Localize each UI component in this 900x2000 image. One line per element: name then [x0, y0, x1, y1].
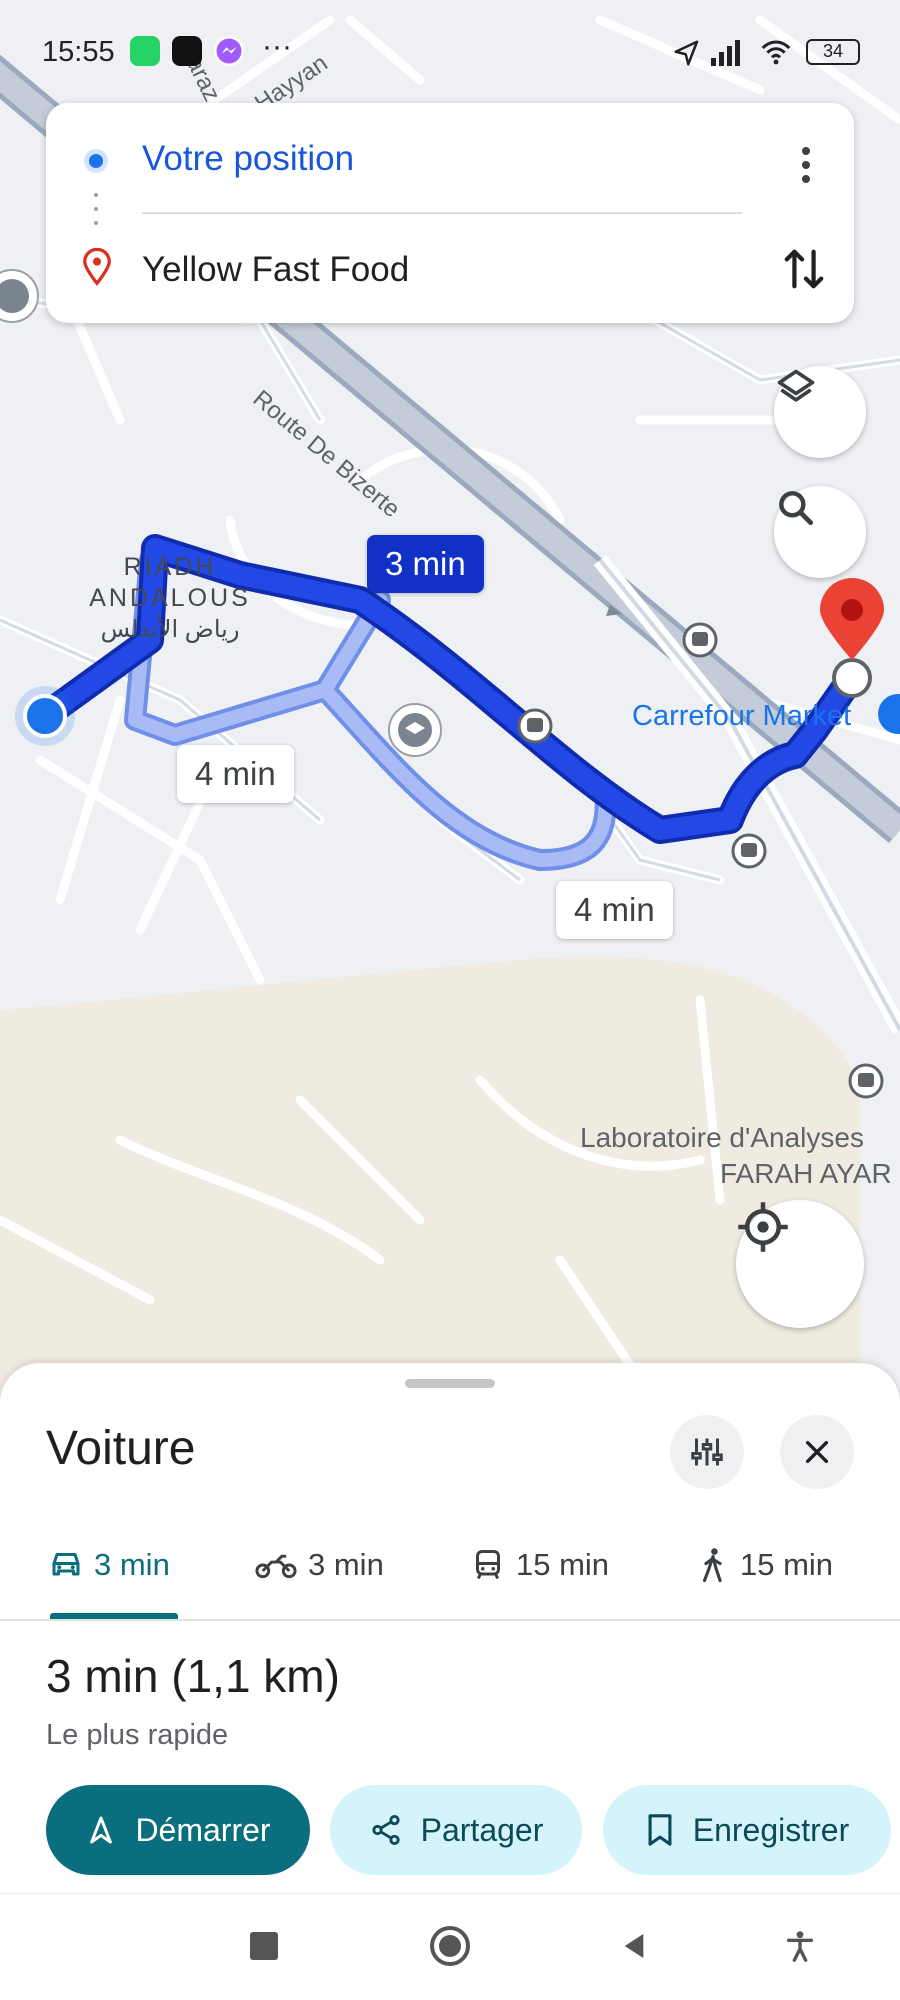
tune-icon [691, 1438, 723, 1466]
district-line1: RIADH [123, 553, 217, 581]
close-icon [805, 1440, 829, 1464]
swap-vertical-icon [784, 249, 824, 289]
tab-motorcycle[interactable]: 3 min [254, 1535, 384, 1595]
route-options-button[interactable] [670, 1415, 744, 1489]
start-navigation-button[interactable]: Démarrer [46, 1785, 310, 1875]
tab-walk[interactable]: 15 min [696, 1535, 833, 1595]
system-nav-bar [0, 1893, 900, 2000]
start-navigation-label: Démarrer [135, 1811, 271, 1848]
card-divider [142, 212, 742, 214]
district-label: RIADH ANDALOUS رياض الأندلس [80, 552, 260, 645]
more-vert-icon [802, 147, 810, 183]
whatsapp-icon [130, 36, 160, 66]
tab-transit[interactable]: 15 min [470, 1535, 609, 1595]
map-search-button[interactable] [774, 486, 866, 578]
route-subtitle: Le plus rapide [46, 1719, 229, 1751]
motorcycle-icon [255, 1554, 297, 1579]
more-options-button[interactable] [782, 133, 830, 197]
route-time-bubble-selected[interactable]: 3 min [367, 535, 484, 593]
sheet-title: Voiture [46, 1422, 196, 1475]
share-icon [372, 1814, 400, 1846]
search-icon [779, 491, 814, 526]
poi-laboratoire-line1: Laboratoire d'Analyses [580, 1122, 864, 1153]
back-triangle-icon [624, 1934, 644, 1958]
tab-transit-label: 15 min [516, 1547, 610, 1582]
swap-button[interactable] [772, 237, 836, 301]
tab-car[interactable]: 3 min [48, 1535, 170, 1595]
status-more: ··· [262, 30, 292, 63]
recents-square-icon [250, 1932, 278, 1960]
destination-pin-icon [83, 248, 111, 286]
signal-icon [711, 40, 740, 66]
layers-button[interactable] [774, 366, 866, 458]
tab-walk-label: 15 min [740, 1547, 834, 1582]
battery-level: 34 [822, 41, 844, 61]
district-line2: ANDALOUS [89, 584, 251, 612]
car-icon [52, 1553, 80, 1576]
walk-icon [702, 1548, 722, 1583]
recents-button[interactable] [234, 1916, 294, 1976]
tiktok-icon [172, 36, 202, 66]
directions-sheet: Voiture 3 min 3 min 15 min 15 min 3 min … [0, 1363, 900, 1893]
bookmark-icon [648, 1814, 672, 1846]
route-connector-dots [94, 193, 98, 243]
share-label: Partager [420, 1811, 544, 1848]
tab-motorcycle-label: 3 min [308, 1547, 384, 1582]
tab-car-label: 3 min [94, 1547, 170, 1582]
directions-card: Votre position Yellow Fast Food [46, 103, 854, 323]
origin-dot-icon [84, 149, 108, 173]
district-arabic: رياض الأندلس [100, 616, 240, 643]
close-button[interactable] [780, 1415, 854, 1489]
home-circle-icon [430, 1926, 470, 1966]
transit-icon [476, 1550, 500, 1580]
poi-laboratoire[interactable]: Laboratoire d'Analyses FARAH AYAR [580, 1120, 900, 1192]
route-time-bubble-alt1[interactable]: 4 min [177, 745, 294, 803]
location-arrow-icon [674, 40, 699, 66]
route-summary: 3 min (1,1 km) [46, 1650, 340, 1702]
messenger-icon [214, 36, 244, 66]
origin-field[interactable]: Votre position [142, 139, 354, 179]
layers-icon [777, 369, 815, 402]
accessibility-icon [786, 1931, 814, 1962]
back-button[interactable] [604, 1916, 664, 1976]
route-time-bubble-alt2[interactable]: 4 min [556, 881, 673, 939]
battery-icon: 34 [806, 39, 860, 65]
save-label: Enregistrer [692, 1811, 850, 1848]
status-bar: 15:55 ··· 34 [0, 20, 900, 90]
wifi-icon [761, 40, 791, 65]
poi-carrefour[interactable]: Carrefour Market [632, 700, 851, 733]
home-button[interactable] [420, 1916, 480, 1976]
share-button[interactable]: Partager [330, 1785, 582, 1875]
tabs-divider [0, 1619, 900, 1621]
poi-laboratoire-line2: FARAH AYAR [720, 1158, 892, 1189]
my-location-icon [738, 1202, 788, 1252]
accessibility-button[interactable] [770, 1916, 830, 1976]
destination-field[interactable]: Yellow Fast Food [142, 250, 409, 290]
my-location-button[interactable] [736, 1200, 864, 1328]
navigation-arrow-icon [90, 1816, 113, 1844]
status-time: 15:55 [42, 36, 115, 68]
sheet-drag-handle[interactable] [405, 1379, 495, 1388]
save-button[interactable]: Enregistrer [603, 1785, 891, 1875]
